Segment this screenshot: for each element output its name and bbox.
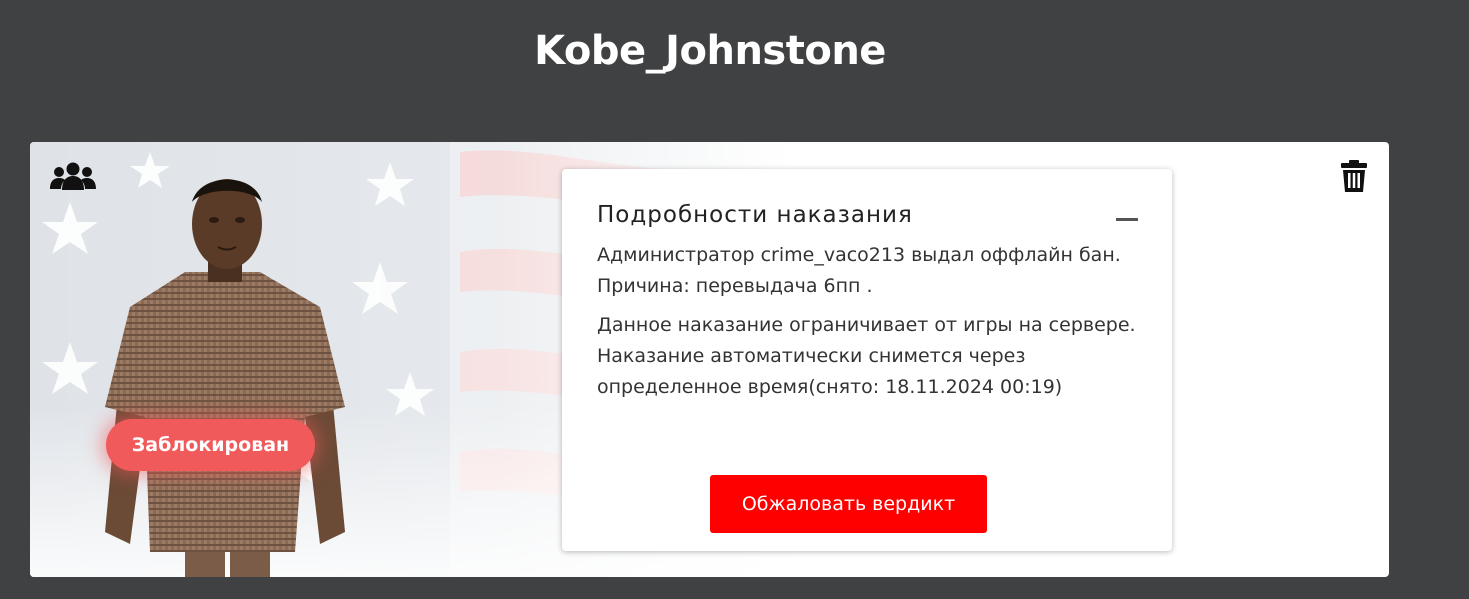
punishment-info: Администратор crime_vaco213 выдал оффлай… [597, 240, 1142, 302]
character-avatar [105, 179, 345, 577]
users-icon[interactable] [50, 160, 96, 192]
punishment-panel: Подробности наказания Администратор crim… [562, 169, 1172, 551]
appeal-button[interactable]: Обжаловать вердикт [710, 475, 987, 533]
punishment-reason-line: Причина: перевыдача 6пп . [597, 275, 873, 297]
punishment-description: Данное наказание ограничивает от игры на… [597, 314, 1136, 398]
status-badge: Заблокирован [106, 419, 315, 471]
profile-card: Заблокирован Подробности наказания Админ… [30, 142, 1389, 577]
minus-icon[interactable] [1116, 218, 1138, 221]
panel-title: Подробности наказания [597, 202, 913, 228]
page-title: Kobe_Johnstone [534, 28, 886, 74]
punishment-admin-line: Администратор crime_vaco213 выдал оффлай… [597, 244, 1121, 266]
trash-icon[interactable] [1341, 160, 1367, 192]
